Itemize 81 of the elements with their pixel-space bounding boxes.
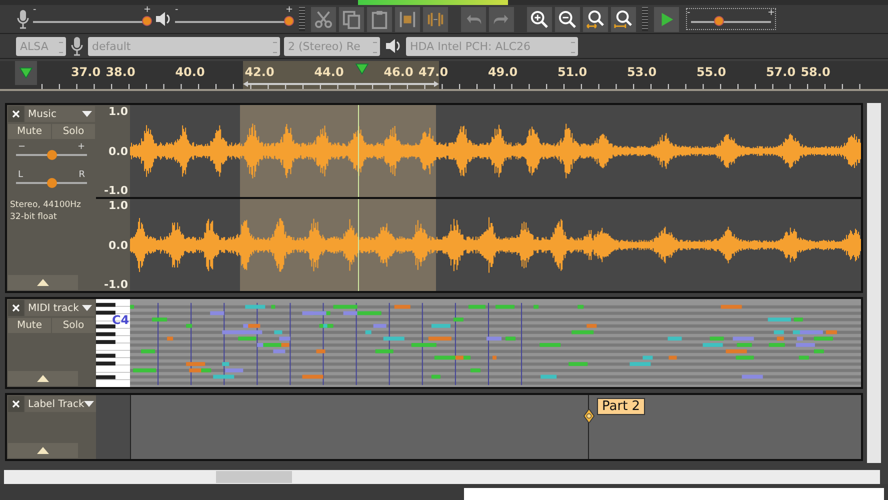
time-label: 58.0 xyxy=(800,65,830,79)
zoom-out-button[interactable] xyxy=(555,6,580,32)
speaker-icon xyxy=(154,9,172,29)
fit-selection-button[interactable] xyxy=(583,6,608,32)
microphone-icon xyxy=(70,36,84,56)
label-track-area[interactable]: Part 2 xyxy=(131,395,861,459)
caret-icon xyxy=(82,111,92,117)
track-name-menu[interactable]: Music xyxy=(25,106,95,122)
zoom-fit-icon xyxy=(614,10,633,28)
fit-project-button[interactable] xyxy=(611,6,636,32)
play-head-icon xyxy=(355,63,369,75)
playback-speed-slider[interactable]: - + xyxy=(686,8,776,30)
scale-label: 1.0 xyxy=(108,105,128,118)
caret-icon xyxy=(84,401,94,407)
play-at-speed-button[interactable] xyxy=(654,6,679,32)
collapse-button[interactable] xyxy=(8,275,78,290)
gain-slider[interactable]: − + xyxy=(16,139,87,167)
scale-label: -1.0 xyxy=(104,278,128,291)
solo-button[interactable]: Solo xyxy=(52,318,95,333)
trim-button[interactable] xyxy=(395,6,420,32)
scale-label: 1.0 xyxy=(108,199,128,212)
copy-icon xyxy=(342,10,361,28)
time-label: 49.0 xyxy=(488,65,518,79)
playback-volume-slider[interactable]: - + xyxy=(175,6,293,32)
note-label: C4 xyxy=(112,313,130,327)
close-icon xyxy=(11,399,21,409)
pin-button[interactable] xyxy=(15,61,37,85)
track-format-info: Stereo, 44100Hz 32-bit float xyxy=(9,199,82,223)
label-track-ruler xyxy=(96,395,131,459)
mute-button[interactable]: Mute xyxy=(8,124,51,139)
toolbar-grip[interactable] xyxy=(299,7,305,31)
zoom-in-icon xyxy=(530,10,549,28)
time-label: 46.0 xyxy=(384,65,414,79)
redo-button[interactable] xyxy=(489,6,514,32)
scissors-icon xyxy=(314,10,333,28)
zoom-in-button[interactable] xyxy=(527,6,552,32)
toolbar-grip[interactable] xyxy=(642,7,648,31)
trim-icon xyxy=(398,10,417,28)
label-text[interactable]: Part 2 xyxy=(597,398,646,415)
up-triangle-icon xyxy=(37,279,49,286)
clipboard-icon xyxy=(370,10,389,28)
triangle-icon xyxy=(19,67,33,79)
time-label: 42.0 xyxy=(244,65,274,79)
track-name-menu[interactable]: MIDI track xyxy=(25,300,95,316)
scale-label: 0.0 xyxy=(108,238,128,252)
scale-label: -1.0 xyxy=(104,184,128,197)
time-label: 53.0 xyxy=(626,65,657,79)
silence-button[interactable] xyxy=(423,6,448,32)
pan-slider[interactable]: L R xyxy=(16,167,87,195)
time-label: 47.0 xyxy=(418,65,448,79)
microphone-icon xyxy=(16,9,30,29)
zoom-out-icon xyxy=(558,10,577,28)
time-label: 37.0 xyxy=(70,65,101,79)
scale-label: 0.0 xyxy=(108,144,128,158)
copy-button[interactable] xyxy=(339,6,364,32)
waveform-panel[interactable] xyxy=(130,105,861,197)
mute-button[interactable]: Mute xyxy=(8,318,51,333)
label-marker-icon[interactable] xyxy=(583,409,595,423)
track-name-menu[interactable]: Label Track xyxy=(25,396,98,412)
up-triangle-icon xyxy=(37,447,49,454)
recording-volume-slider[interactable]: - + xyxy=(33,6,151,32)
time-label: 38.0 xyxy=(106,65,136,79)
paste-button[interactable] xyxy=(367,6,392,32)
vertical-scrollbar[interactable] xyxy=(867,103,881,463)
caret-icon xyxy=(82,305,92,311)
time-label: 44.0 xyxy=(314,65,344,79)
waveform-panel[interactable] xyxy=(130,199,861,291)
time-label: 40.0 xyxy=(175,65,205,79)
close-icon xyxy=(11,303,21,313)
collapse-button[interactable] xyxy=(8,443,78,458)
undo-button[interactable] xyxy=(461,6,486,32)
solo-button[interactable]: Solo xyxy=(52,124,95,139)
zoom-fit-icon xyxy=(586,10,605,28)
time-label: 51.0 xyxy=(557,65,588,79)
cut-button[interactable] xyxy=(311,6,336,32)
up-triangle-icon xyxy=(37,375,49,382)
collapse-button[interactable] xyxy=(8,371,78,386)
speaker-icon xyxy=(384,36,402,56)
close-icon xyxy=(11,109,21,119)
time-label: 55.0 xyxy=(696,65,726,79)
time-label: 57.0 xyxy=(766,65,796,79)
